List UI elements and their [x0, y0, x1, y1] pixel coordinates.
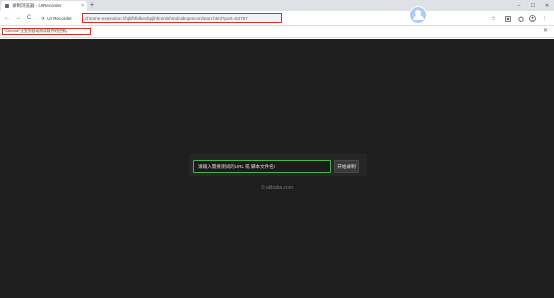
ui-recorder-label: UI Recorder [47, 16, 72, 21]
tab-close-icon[interactable]: × [81, 3, 84, 9]
minimize-button[interactable]: – [512, 0, 526, 11]
recorder-avatar-icon [409, 6, 427, 24]
infobar-message-box: "Chrome"正受到自动测试软件的控制。 [2, 28, 91, 35]
url-input[interactable] [193, 160, 331, 173]
browser-toolbar: ← → C ✈ UI Recorder chrome-extension://h… [0, 11, 554, 26]
url-entry-panel: 开始录制 [189, 154, 367, 176]
brand-footer: © alibaba.com [260, 185, 294, 191]
infobar-message: "Chrome"正受到自动测试软件的控制。 [4, 29, 70, 33]
extension-icon[interactable] [503, 14, 512, 23]
window-controls: – ☐ ✕ [512, 0, 554, 11]
tab-strip: 录制浏览器 - UIRecorder × + – ☐ ✕ [0, 0, 554, 11]
start-recording-button[interactable]: 开始录制 [334, 160, 359, 173]
address-bar-url: chrome-extension://hjkfhfldkecbpjlhfmmln… [85, 15, 248, 21]
tab-favicon-icon [5, 4, 9, 8]
ui-recorder-icon: ✈ [41, 15, 46, 22]
browser-tab[interactable]: 录制浏览器 - UIRecorder × [1, 1, 87, 11]
extension-puzzle-icon[interactable] [516, 14, 525, 23]
new-tab-button[interactable]: + [90, 1, 94, 10]
forward-button[interactable]: → [13, 13, 23, 23]
maximize-button[interactable]: ☐ [526, 0, 540, 11]
profile-icon[interactable] [528, 14, 537, 23]
back-button[interactable]: ← [2, 13, 12, 23]
close-window-button[interactable]: ✕ [540, 0, 554, 11]
reload-button[interactable]: C [24, 13, 34, 23]
automation-infobar: "Chrome"正受到自动测试软件的控制。 ✕ [0, 26, 554, 38]
star-icon[interactable]: ☆ [489, 14, 498, 23]
kebab-menu-icon[interactable]: ⋮ [540, 14, 549, 23]
recorder-start-page: 开始录制 © alibaba.com [0, 39, 554, 298]
infobar-close-icon[interactable]: ✕ [543, 28, 548, 34]
tab-title: 录制浏览器 - UIRecorder [12, 3, 62, 8]
address-bar[interactable]: chrome-extension://hjkfhfldkecbpjlhfmmln… [82, 13, 282, 23]
ui-recorder-chip[interactable]: ✈ UI Recorder [38, 14, 75, 23]
